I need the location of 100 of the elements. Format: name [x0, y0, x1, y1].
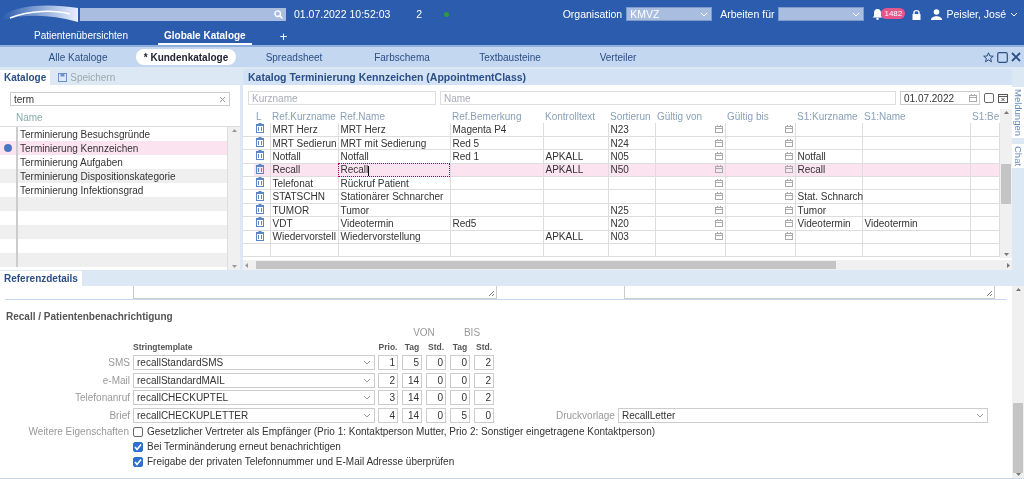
number-field[interactable]: 14 — [402, 390, 422, 406]
date-field[interactable]: 01.07.2022 — [900, 91, 980, 105]
calendar-icon — [969, 94, 977, 102]
number-field[interactable]: 0 — [426, 355, 446, 371]
calendar-icon — [784, 138, 793, 147]
column-header: Sortierun — [608, 109, 655, 123]
trash-icon[interactable] — [256, 230, 264, 241]
side-tab[interactable]: Meldungen — [1012, 87, 1024, 138]
table-cell: APKALL — [543, 230, 608, 244]
number-field[interactable]: 2 — [474, 372, 494, 388]
template-dropdown[interactable]: recallStandardMAIL — [133, 372, 375, 388]
search-field[interactable] — [80, 7, 286, 21]
trash-icon[interactable] — [256, 217, 264, 228]
add-tab-button[interactable]: + — [275, 28, 292, 45]
panel-title: Katalog Terminierung Kennzeichen (AppointmentClass) — [243, 69, 1012, 85]
checkbox[interactable] — [133, 441, 143, 452]
clear-icon[interactable] — [219, 95, 226, 103]
print-template-dropdown[interactable]: RecallLetter — [617, 407, 988, 423]
field-label: Telefonanruf — [73, 392, 131, 404]
group-header: BIS — [462, 327, 482, 338]
scrollbar[interactable] — [243, 260, 1012, 270]
template-dropdown[interactable]: recallCHECKUPTEL — [133, 390, 375, 406]
close-icon[interactable] — [1011, 52, 1021, 62]
scroll-thumb[interactable] — [1001, 163, 1011, 204]
number-field[interactable]: 14 — [402, 372, 422, 388]
number-field[interactable]: 2 — [378, 372, 398, 388]
column-header: Tag — [451, 342, 469, 352]
column-header: L — [254, 109, 270, 123]
lock-icon[interactable] — [912, 8, 922, 20]
user-name[interactable]: Peisler, José — [946, 8, 1006, 20]
calendar-icon — [784, 218, 793, 227]
column-header: Std. — [474, 342, 494, 352]
number-field[interactable]: 0 — [426, 390, 446, 406]
field-label: Druckvorlage — [556, 409, 615, 421]
kurzname-field[interactable]: Kurzname — [248, 91, 436, 105]
star-icon[interactable] — [983, 51, 994, 63]
datetime-text: 01.07.2022 10:52:03 — [294, 8, 391, 20]
checkbox[interactable] — [984, 93, 994, 103]
calendar-icon — [784, 124, 793, 133]
trash-icon[interactable] — [256, 177, 264, 188]
number-field[interactable]: 0 — [474, 407, 494, 423]
panel-tab[interactable]: Kataloge — [0, 70, 51, 85]
sub-tab[interactable]: Alle Kataloge — [28, 49, 128, 65]
table-cell: MRT Herz — [270, 123, 338, 137]
scroll-thumb[interactable] — [1013, 403, 1023, 473]
number-field[interactable]: 0 — [450, 390, 470, 406]
table-cell: Videotermin — [338, 216, 450, 231]
caret-icon — [363, 377, 371, 383]
sub-tab[interactable]: Verteiler — [568, 49, 668, 65]
trash-icon[interactable] — [256, 123, 264, 134]
field-label: Weitere Eigenschaften — [27, 426, 129, 437]
trash-icon[interactable] — [256, 150, 264, 161]
template-dropdown[interactable]: recallStandardSMS — [133, 355, 375, 371]
number-field[interactable]: 4 — [378, 407, 398, 423]
organisation-label: Organisation — [562, 8, 623, 20]
trash-icon[interactable] — [256, 163, 264, 174]
number-field[interactable]: 0 — [426, 407, 446, 423]
checkbox[interactable] — [133, 426, 143, 437]
column-header: Ref.Kurzname — [270, 109, 338, 123]
number-field[interactable]: 14 — [402, 407, 422, 423]
number-field[interactable]: 0 — [426, 372, 446, 388]
field-label: SMS — [107, 357, 131, 369]
calendar-icon — [714, 232, 723, 241]
table-cell: Notfall — [795, 149, 862, 164]
details-tab[interactable]: Referenzdetails — [0, 271, 82, 286]
side-tab[interactable]: Chat — [1012, 144, 1024, 169]
number-field[interactable]: 3 — [378, 390, 398, 406]
sub-tab[interactable]: Farbschema — [352, 49, 452, 65]
sub-tab[interactable]: Textbausteine — [460, 49, 560, 65]
sub-tab[interactable]: Spreadsheet — [244, 49, 344, 65]
scrollbar[interactable] — [1000, 109, 1012, 258]
main-tab[interactable]: Patientenübersichten — [28, 28, 134, 45]
trash-icon[interactable] — [256, 190, 264, 201]
template-dropdown[interactable]: recallCHECKUPLETTER — [133, 407, 375, 423]
search-field[interactable]: term — [10, 92, 230, 106]
number-field[interactable]: 0 — [450, 372, 470, 388]
name-field[interactable]: Name — [440, 91, 896, 105]
number-field[interactable]: 2 — [474, 390, 494, 406]
calendar-icon — [714, 192, 723, 201]
number-field[interactable]: 0 — [450, 355, 470, 371]
number-field[interactable]: 2 — [474, 355, 494, 371]
table-cell: MRT Sedierun — [270, 136, 338, 150]
number-field[interactable]: 5 — [402, 355, 422, 371]
trash-icon[interactable] — [256, 204, 264, 215]
number-field[interactable]: 5 — [450, 407, 470, 423]
calendar-clear-icon[interactable] — [998, 93, 1008, 103]
notification-badge: 1482 — [881, 8, 906, 19]
sub-tab[interactable]: * Kundenkataloge — [136, 49, 236, 65]
user-icon[interactable] — [931, 8, 943, 20]
column-header: S1:Kurzname — [795, 109, 862, 123]
scrollbar[interactable] — [228, 127, 240, 270]
caret-icon — [363, 395, 371, 401]
trash-icon[interactable] — [256, 137, 264, 148]
bell-icon[interactable] — [872, 8, 884, 20]
number-field[interactable]: 1 — [378, 355, 398, 371]
table-cell: APKALL — [543, 149, 608, 164]
maximize-icon[interactable] — [997, 51, 1008, 63]
checkbox[interactable] — [133, 456, 143, 467]
arrow-down-icon — [231, 265, 237, 268]
scrollbar[interactable] — [1012, 286, 1024, 478]
